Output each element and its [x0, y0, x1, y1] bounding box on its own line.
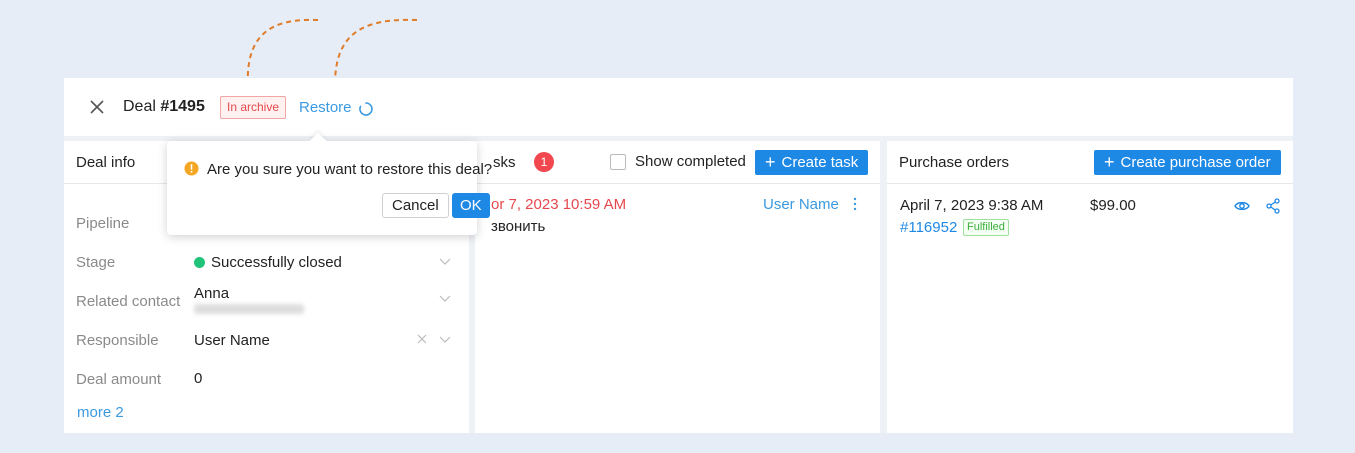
purchase-order-date: April 7, 2023 9:38 AM [900, 197, 1044, 214]
fulfilled-status-badge: Fulfilled [963, 219, 1009, 236]
related-contact-value[interactable]: Anna [194, 285, 229, 302]
popover-message: Are you sure you want to restore this de… [207, 161, 493, 178]
plus-icon: + [1104, 152, 1115, 172]
more-fields-link[interactable]: more 2 [77, 404, 124, 421]
task-text[interactable]: звонить [491, 218, 545, 235]
tasks-count-badge: 1 [534, 152, 554, 172]
archive-badge: In archive [220, 96, 287, 119]
field-label-deal-amount: Deal amount [76, 371, 162, 388]
close-icon[interactable] [88, 98, 106, 116]
show-completed-label[interactable]: Show completed [635, 153, 746, 170]
warning-icon [184, 161, 199, 176]
deal-number: #1495 [160, 98, 205, 115]
more-vertical-icon[interactable] [853, 197, 857, 211]
eye-icon[interactable] [1234, 198, 1250, 214]
share-icon[interactable] [1265, 198, 1281, 214]
plus-icon: + [765, 152, 776, 172]
task-date: or 7, 2023 10:59 AM [491, 196, 627, 213]
purchase-orders-header: Purchase orders + Create purchase order [887, 141, 1293, 184]
stage-select[interactable]: Successfully closed [194, 254, 342, 271]
create-task-label: Create task [781, 154, 859, 171]
create-purchase-order-button[interactable]: + Create purchase order [1094, 150, 1281, 175]
create-task-button[interactable]: + Create task [755, 150, 869, 175]
tasks-title: sks [493, 154, 516, 171]
chevron-down-icon[interactable] [439, 295, 451, 303]
stage-value: Successfully closed [211, 254, 342, 271]
deal-header: Deal #1495 In archive Restore [64, 78, 1293, 136]
stage-status-dot [194, 257, 205, 268]
purchase-order-number-link[interactable]: #116952 [900, 219, 957, 236]
tasks-header: sks 1 Show completed + Create task [475, 141, 880, 184]
field-label-related-contact: Related contact [76, 293, 181, 310]
page-title: Deal #1495 [123, 98, 205, 116]
field-label-stage: Stage [76, 254, 116, 271]
responsible-select[interactable]: User Name [194, 332, 270, 349]
chevron-down-icon[interactable] [439, 336, 451, 344]
task-user-link[interactable]: User Name [763, 196, 839, 213]
show-completed-checkbox[interactable] [610, 154, 626, 170]
tasks-panel: sks 1 Show completed + Create task or 7, … [475, 141, 880, 433]
deal-info-title: Deal info [76, 154, 136, 171]
create-purchase-order-label: Create purchase order [1120, 154, 1271, 171]
deal-window: Deal #1495 In archive Restore Deal info … [64, 78, 1293, 433]
restore-button[interactable]: Restore [299, 99, 352, 116]
field-label-responsible: Responsible [76, 332, 159, 349]
deal-amount-value[interactable]: 0 [194, 370, 202, 387]
deal-title-prefix: Deal [123, 98, 161, 115]
ok-button[interactable]: OK [452, 193, 490, 218]
contact-email-redacted [194, 304, 304, 314]
clear-icon[interactable] [417, 334, 427, 344]
chevron-down-icon[interactable] [439, 258, 451, 266]
loading-spinner-icon [359, 102, 373, 116]
cancel-button[interactable]: Cancel [382, 193, 449, 218]
field-label-pipeline: Pipeline [76, 215, 130, 232]
restore-confirm-popover: Are you sure you want to restore this de… [167, 132, 492, 235]
purchase-orders-title: Purchase orders [899, 154, 1010, 171]
purchase-orders-panel: Purchase orders + Create purchase order A… [887, 141, 1293, 433]
purchase-order-amount: $99.00 [1090, 197, 1136, 214]
